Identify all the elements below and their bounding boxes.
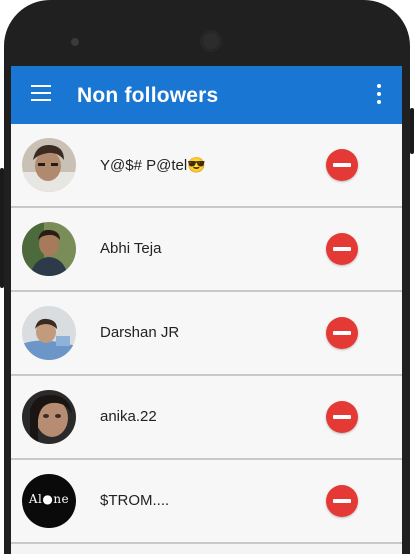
phone-sensor [71, 38, 79, 46]
list-item[interactable]: Darshan JR [11, 292, 402, 376]
remove-circle-icon[interactable] [326, 317, 358, 349]
non-followers-list: Y@$# P@tel😎 Abhi Teja Darshan JR anika.2… [11, 124, 402, 544]
side-button-right [410, 108, 414, 154]
list-item[interactable]: Y@$# P@tel😎 [11, 124, 402, 208]
list-item[interactable]: Al●ne $TROM.... [11, 460, 402, 544]
list-item[interactable]: anika.22 [11, 376, 402, 460]
avatar-logo-text: Al●ne [28, 492, 70, 506]
front-camera [200, 30, 222, 52]
user-name: Darshan JR [100, 324, 180, 341]
avatar [22, 138, 76, 192]
more-vert-icon[interactable] [374, 84, 384, 106]
user-name: Abhi Teja [100, 240, 162, 257]
remove-circle-icon[interactable] [326, 233, 358, 265]
side-button-left [0, 168, 4, 288]
hamburger-menu-icon[interactable] [31, 85, 51, 103]
user-name: anika.22 [100, 408, 157, 425]
remove-circle-icon[interactable] [326, 485, 358, 517]
avatar [22, 390, 76, 444]
list-item[interactable]: Abhi Teja [11, 208, 402, 292]
avatar [22, 306, 76, 360]
remove-circle-icon[interactable] [326, 401, 358, 433]
app-screen: Non followers Y@$# P@tel😎 Abhi Teja Dars… [11, 66, 402, 554]
remove-circle-icon[interactable] [326, 149, 358, 181]
avatar [22, 222, 76, 276]
avatar: Al●ne [22, 474, 76, 528]
user-name: Y@$# P@tel😎 [100, 157, 206, 174]
app-bar: Non followers [11, 66, 402, 124]
page-title: Non followers [77, 84, 219, 107]
user-name: $TROM.... [100, 492, 170, 509]
